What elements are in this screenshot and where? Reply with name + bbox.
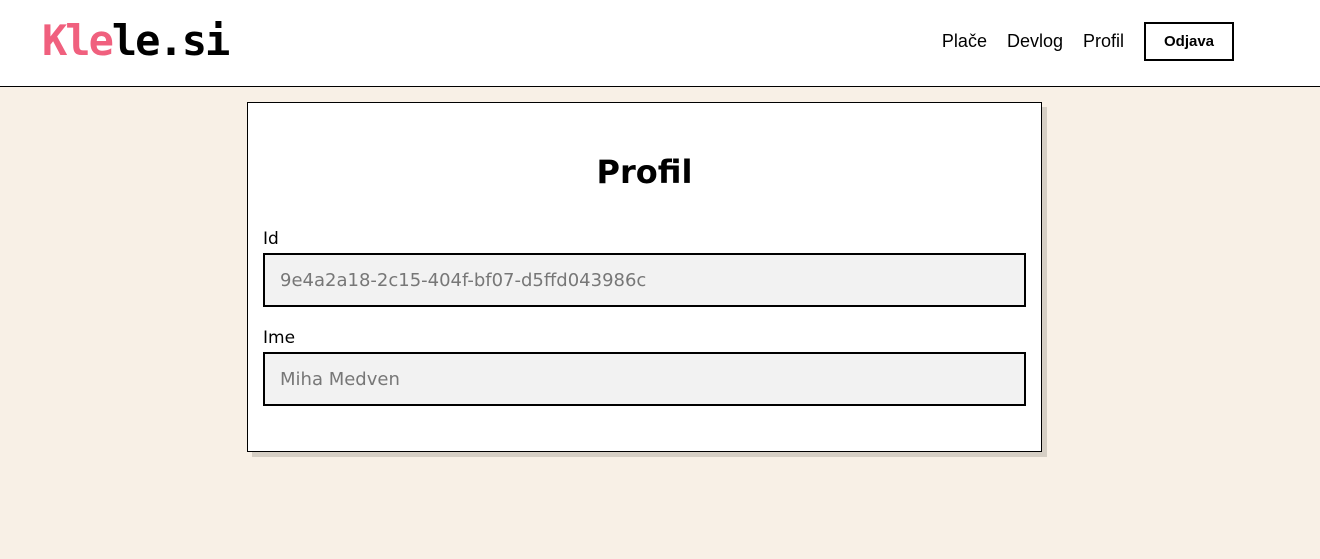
- logout-button[interactable]: Odjava: [1144, 22, 1234, 61]
- nav-link-place[interactable]: Plače: [942, 31, 987, 52]
- logo-rest-text: le.si: [111, 16, 230, 65]
- top-header: Klele.si Plače Devlog Profil Odjava: [0, 0, 1320, 87]
- id-field[interactable]: 9e4a2a18-2c15-404f-bf07-d5ffd043986c: [263, 253, 1026, 307]
- nav-link-profil[interactable]: Profil: [1083, 31, 1124, 52]
- nav-link-devlog[interactable]: Devlog: [1007, 31, 1063, 52]
- site-logo[interactable]: Klele.si: [42, 16, 230, 65]
- main-nav: Plače Devlog Profil Odjava: [922, 22, 1234, 61]
- profile-card: Profil Id 9e4a2a18-2c15-404f-bf07-d5ffd0…: [247, 102, 1042, 452]
- name-label: Ime: [263, 328, 296, 348]
- name-field[interactable]: Miha Medven: [263, 352, 1026, 406]
- logo-accent-text: Kle: [42, 16, 114, 65]
- id-label: Id: [263, 229, 279, 249]
- page-title: Profil: [596, 153, 693, 191]
